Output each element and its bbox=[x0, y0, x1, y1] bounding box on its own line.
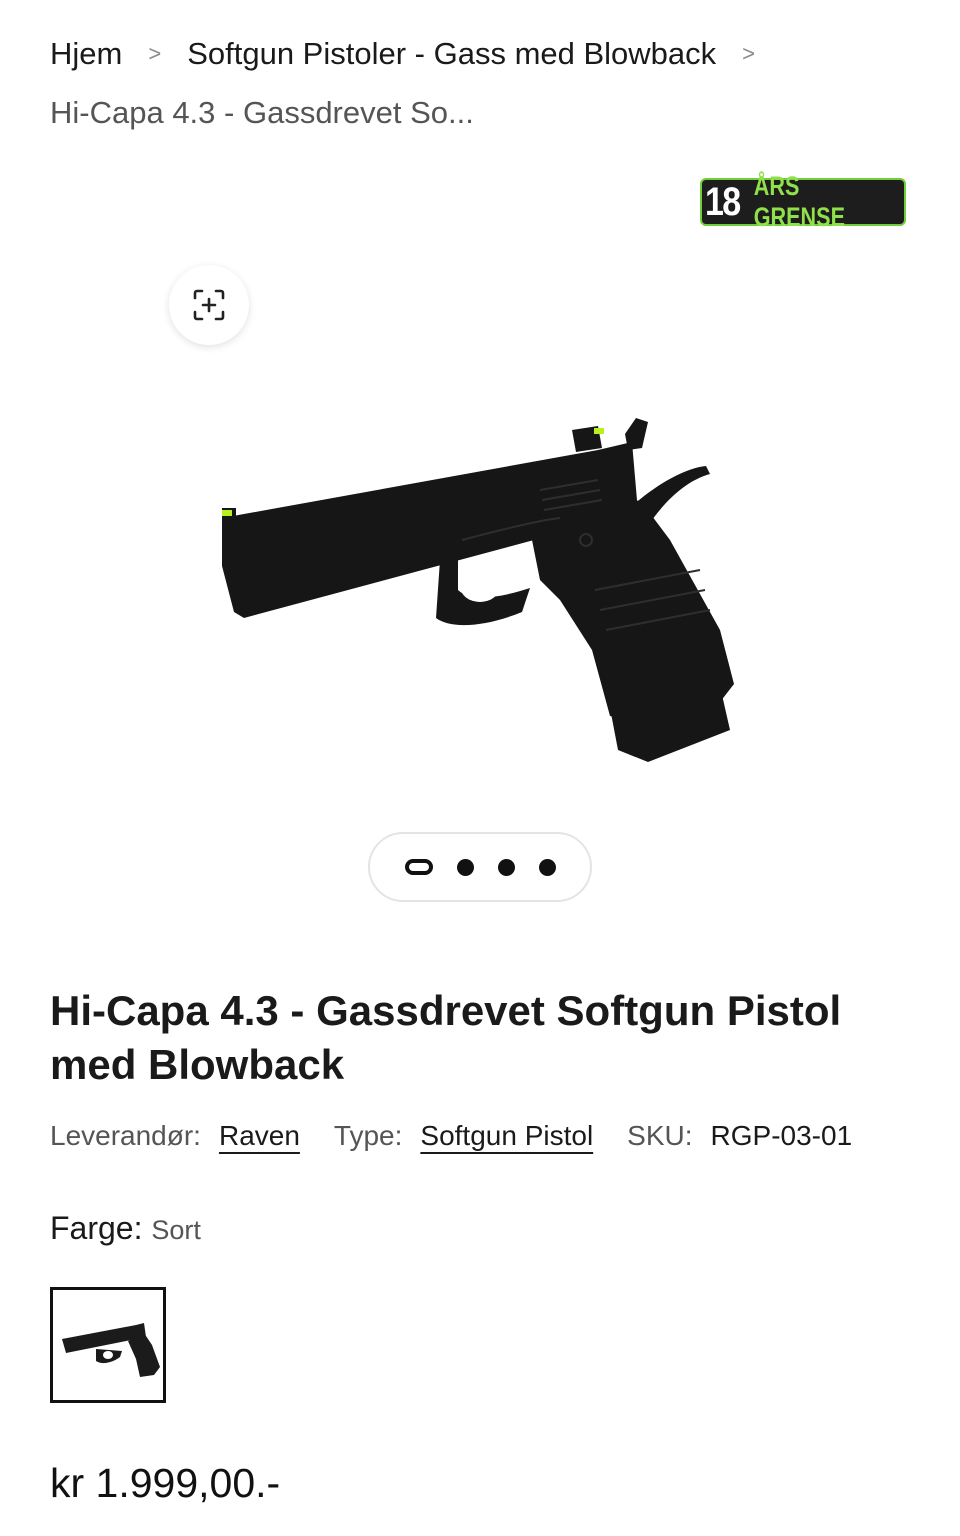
color-swatch-sort[interactable] bbox=[50, 1287, 166, 1403]
sku-label: SKU: bbox=[627, 1120, 693, 1151]
breadcrumb-separator: > bbox=[148, 41, 162, 66]
gallery-dot-3[interactable] bbox=[497, 858, 515, 876]
gallery-pagination bbox=[368, 832, 592, 902]
breadcrumb-separator: > bbox=[742, 41, 756, 66]
age-limit-badge: 18 ÅRS GRENSE bbox=[700, 171, 906, 232]
vendor-label: Leverandør: bbox=[50, 1120, 201, 1151]
gallery-dot-2[interactable] bbox=[456, 858, 474, 876]
zoom-button[interactable] bbox=[169, 265, 249, 345]
breadcrumb-category-link[interactable]: Softgun Pistoler - Gass med Blowback bbox=[187, 36, 716, 71]
vendor-link[interactable]: Raven bbox=[219, 1120, 300, 1152]
gallery-dot-4[interactable] bbox=[538, 858, 556, 876]
color-selector-label: Farge: Sort bbox=[50, 1210, 201, 1247]
age-limit-number: 18 bbox=[705, 179, 741, 224]
product-image[interactable] bbox=[200, 390, 760, 780]
product-title: Hi-Capa 4.3 - Gassdrevet Softgun Pistol … bbox=[50, 987, 842, 1088]
type-label: Type: bbox=[333, 1120, 403, 1151]
breadcrumb-current: Hi-Capa 4.3 - Gassdrevet So... bbox=[50, 95, 474, 130]
product-price: kr 1.999,00.- bbox=[50, 1460, 281, 1506]
product-meta: Leverandør: Raven Type: Softgun Pistol S… bbox=[50, 1120, 852, 1152]
swatch-thumbnail-image bbox=[62, 1323, 160, 1377]
color-label: Farge: bbox=[50, 1210, 143, 1246]
age-limit-text: ÅRS GRENSE bbox=[753, 171, 845, 232]
color-value: Sort bbox=[151, 1215, 201, 1245]
zoom-icon bbox=[193, 289, 225, 321]
breadcrumb: Hjem > Softgun Pistoler - Gass med Blowbac… bbox=[50, 26, 910, 141]
type-link[interactable]: Softgun Pistol bbox=[420, 1120, 593, 1152]
breadcrumb-home-link[interactable]: Hjem bbox=[50, 36, 122, 71]
gallery-dot-1[interactable] bbox=[404, 859, 433, 875]
sku-value: RGP-03-01 bbox=[710, 1120, 853, 1151]
